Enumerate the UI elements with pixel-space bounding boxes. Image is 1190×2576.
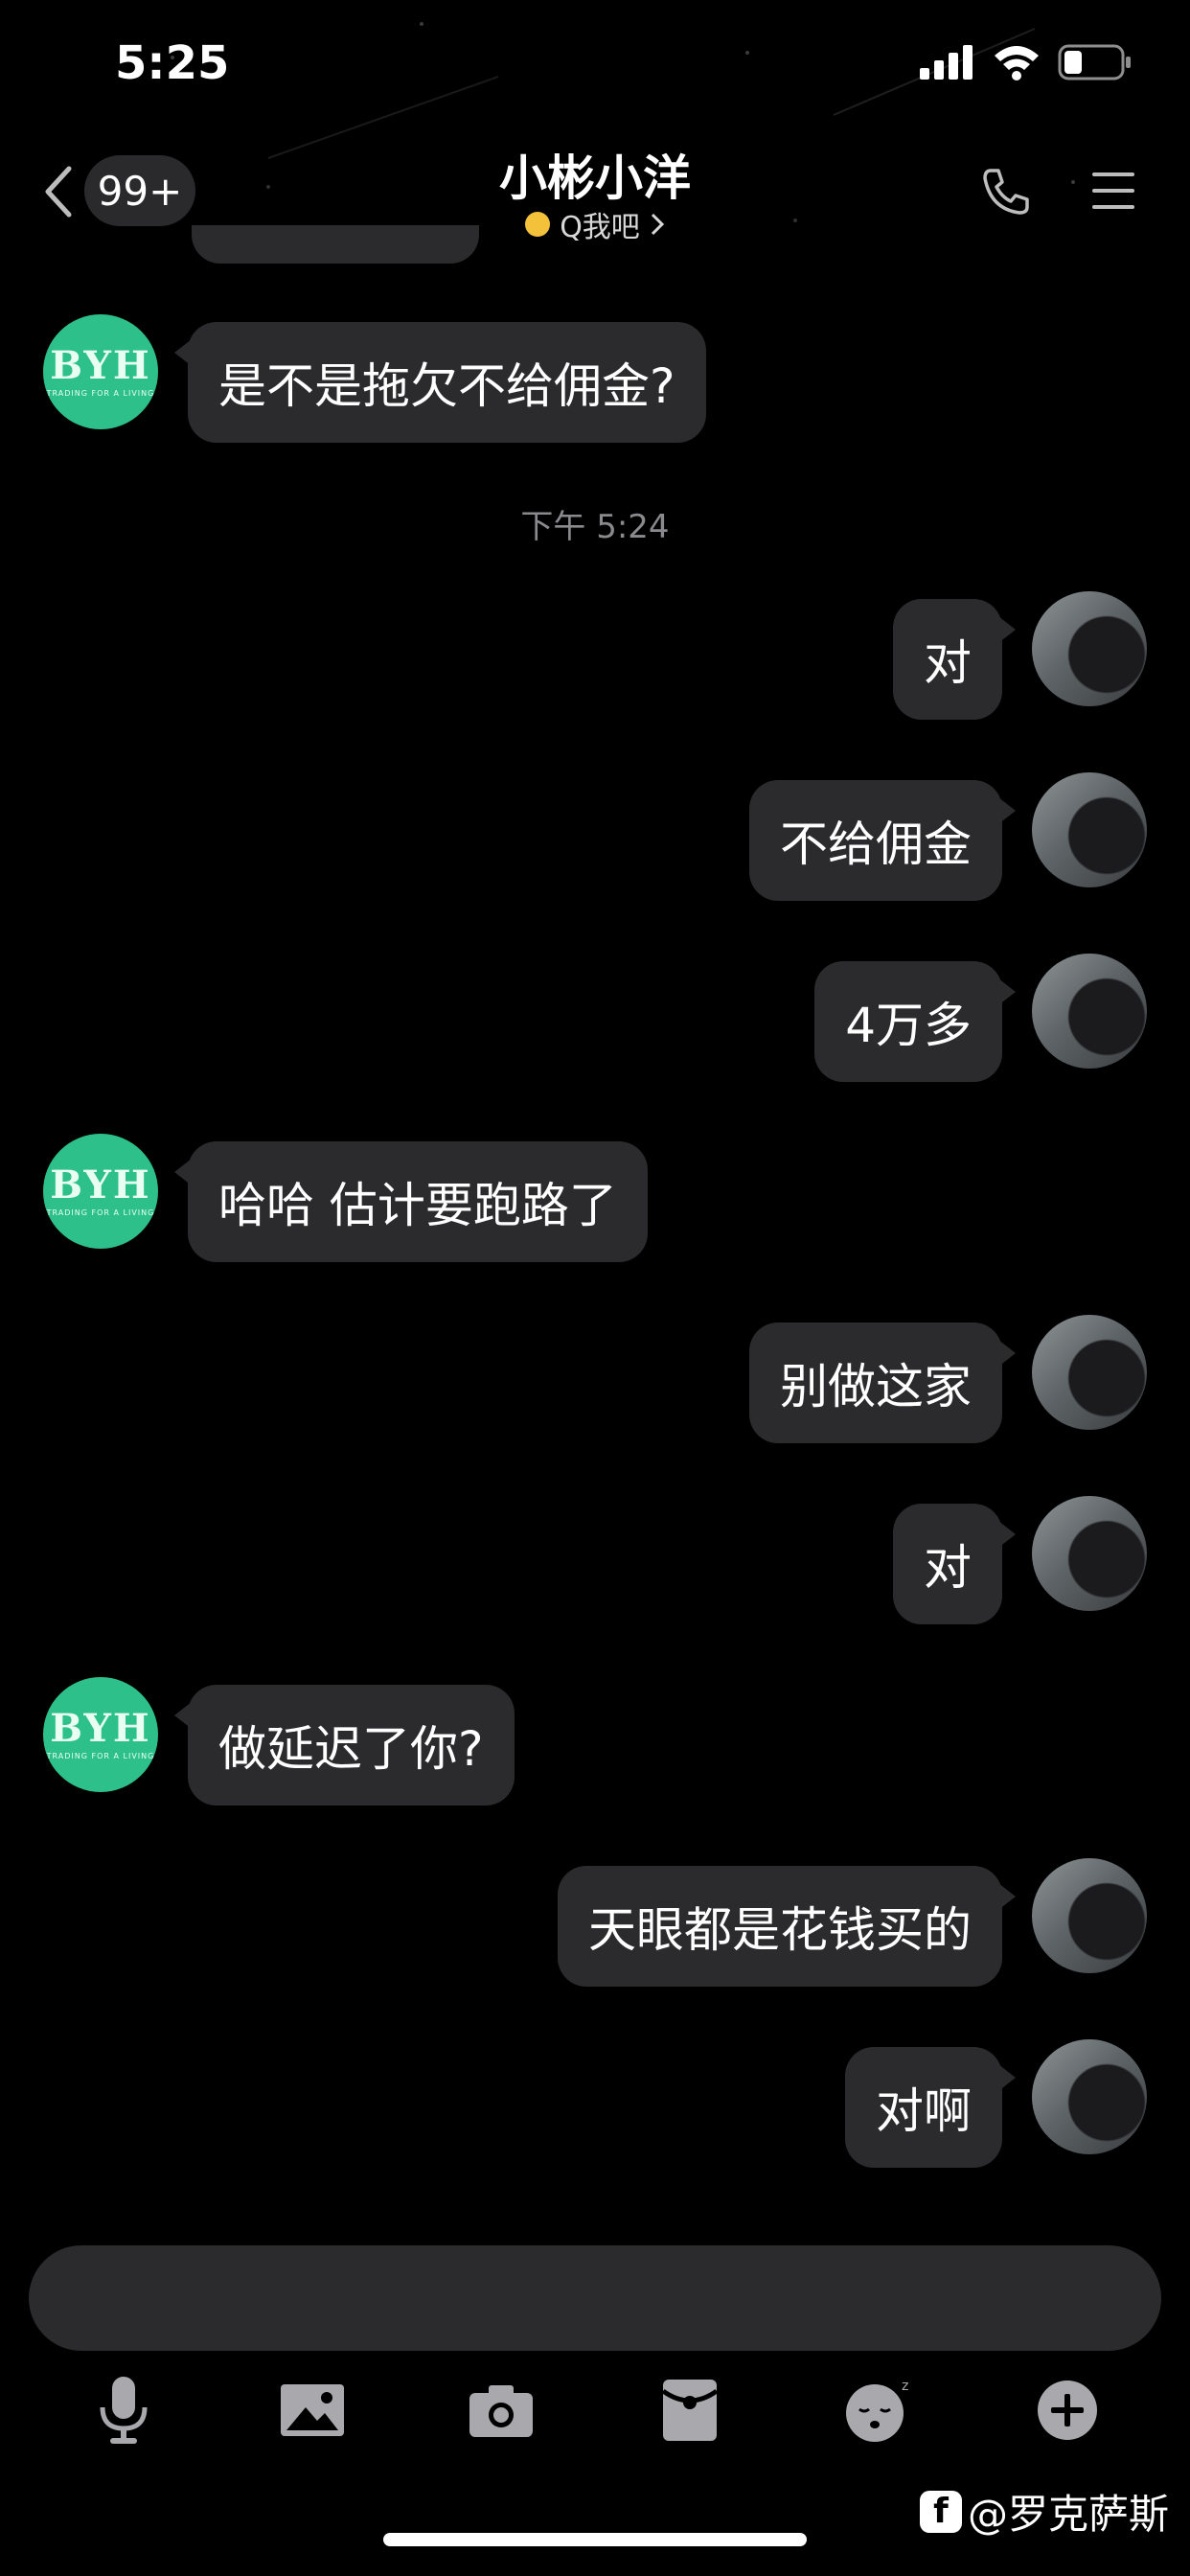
message-bubble[interactable]: 是不是拖欠不给佣金? — [174, 322, 706, 443]
contact-avatar[interactable]: BYH TRADING FOR A LIVING — [43, 1134, 158, 1249]
image-icon — [281, 2384, 344, 2436]
avatar-logo-subtext: TRADING FOR A LIVING — [46, 388, 155, 398]
battery-icon — [1058, 44, 1131, 80]
more-button[interactable] — [1024, 2367, 1110, 2453]
camera-icon — [469, 2385, 533, 2437]
avatar-logo-text: BYH — [50, 1705, 151, 1751]
status-icons — [920, 44, 1133, 80]
smile-status-icon — [525, 212, 551, 237]
my-avatar[interactable] — [1032, 1858, 1147, 1973]
red-packet-icon — [661, 2380, 719, 2441]
avatar-logo-text: BYH — [50, 342, 151, 388]
image-button[interactable] — [269, 2367, 355, 2453]
message-bubble[interactable]: 对啊 — [845, 2047, 1016, 2168]
my-avatar[interactable] — [1032, 954, 1147, 1069]
chat-header: 99+ 小彬小洋 Q我吧 — [0, 134, 1190, 249]
home-indicator[interactable] — [383, 2533, 807, 2546]
previous-message-bubble — [192, 225, 479, 264]
message-timestamp: 下午 5:24 — [520, 508, 670, 546]
phone-call-icon[interactable] — [981, 167, 1031, 217]
wifi-icon — [995, 46, 1039, 80]
emoji-icon: z — [846, 2379, 908, 2442]
avatar-logo-text: BYH — [50, 1162, 151, 1208]
status-bar: 5:25 — [0, 0, 1190, 134]
input-toolbar: z — [0, 2367, 1190, 2453]
voice-button[interactable] — [80, 2367, 167, 2453]
emoji-button[interactable]: z — [835, 2367, 922, 2453]
my-avatar[interactable] — [1032, 591, 1147, 706]
svg-text:z: z — [902, 2379, 908, 2394]
avatar-logo-subtext: TRADING FOR A LIVING — [46, 1208, 155, 1217]
message-input[interactable] — [29, 2245, 1161, 2351]
message-bubble[interactable]: 对 — [893, 599, 1016, 720]
message-bubble[interactable]: 不给佣金 — [749, 780, 1016, 901]
camera-button[interactable] — [458, 2367, 544, 2453]
watermark: f @罗克萨斯 — [919, 2482, 1169, 2541]
facebook-icon: f — [919, 2490, 962, 2533]
message-bubble[interactable]: 天眼都是花钱买的 — [558, 1866, 1016, 1987]
my-avatar[interactable] — [1032, 1496, 1147, 1611]
menu-icon[interactable] — [1090, 169, 1136, 213]
my-avatar[interactable] — [1032, 2039, 1147, 2154]
contact-avatar[interactable]: BYH TRADING FOR A LIVING — [43, 314, 158, 429]
status-text: Q我吧 — [560, 211, 640, 244]
my-avatar[interactable] — [1032, 1315, 1147, 1430]
avatar-logo-subtext: TRADING FOR A LIVING — [46, 1751, 155, 1760]
red-packet-button[interactable] — [647, 2367, 733, 2453]
watermark-text: @罗克萨斯 — [967, 2491, 1169, 2538]
my-avatar[interactable] — [1032, 772, 1147, 887]
signal-icon — [920, 45, 973, 80]
message-bubble[interactable]: 对 — [893, 1504, 1016, 1624]
message-bubble[interactable]: 哈哈 估计要跑路了 — [174, 1141, 648, 1262]
contact-avatar[interactable]: BYH TRADING FOR A LIVING — [43, 1677, 158, 1792]
status-time: 5:25 — [115, 36, 230, 90]
message-bubble[interactable]: 别做这家 — [749, 1322, 1016, 1443]
microphone-icon — [100, 2377, 148, 2444]
chevron-right-icon — [651, 213, 664, 236]
message-bubble[interactable]: 4万多 — [814, 961, 1016, 1082]
plus-icon — [1038, 2380, 1097, 2440]
message-bubble[interactable]: 做延迟了你? — [174, 1685, 515, 1806]
